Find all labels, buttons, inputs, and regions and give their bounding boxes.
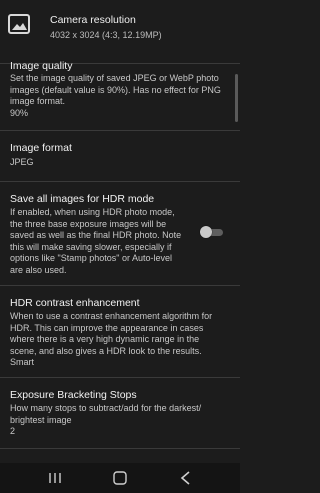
exposure-bracketing-description: How many stops to subtract/add for the d… [10,403,201,426]
camera-resolution-title: Camera resolution [50,14,136,26]
camera-resolution-setting[interactable]: Camera resolution 4032 x 3024 (4:3, 12.1… [0,6,240,46]
divider [0,377,240,378]
exposure-bracketing-value: 2 [10,426,16,436]
description-line: options like "Stamp photos" or Auto-leve… [10,253,172,264]
description-line: image format. [10,96,66,107]
recents-icon[interactable] [45,471,65,485]
image-icon [8,14,30,34]
description-line: scene, and also gives a HDR look to the … [10,345,202,356]
divider [0,181,240,182]
scrollbar[interactable] [235,74,238,122]
description-line: saved as well as the final HDR photo. No… [10,230,182,241]
image-quality-description: Set the image quality of saved JPEG or W… [10,73,221,108]
toggle-thumb [200,226,212,238]
save-all-hdr-title: Save all images for HDR mode [10,193,155,205]
divider [0,285,240,286]
save-all-hdr-toggle[interactable] [200,226,224,238]
navigation-bar [0,463,240,493]
description-line: When to use a contrast enhancement algor… [10,311,213,321]
image-quality-value: 90% [10,108,29,118]
image-format-value: JPEG [10,157,34,167]
exposure-bracketing-title: Exposure Bracketing Stops [10,389,137,401]
description-line: If enabled, when using HDR photo mode, [10,207,175,217]
description-line: images (default value is 90%). Has no ef… [10,84,221,95]
hdr-contrast-value: Smart [10,357,35,367]
divider [0,448,240,449]
description-line: where there is a very high dynamic range… [10,334,200,345]
back-icon[interactable] [176,471,196,485]
description-line: HDR. This can improve the appearance in … [10,322,204,333]
hdr-contrast-description: When to use a contrast enhancement algor… [10,311,212,357]
divider [0,130,240,131]
camera-resolution-value: 4032 x 3024 (4:3, 12.19MP) [50,30,162,40]
description-line: are also used. [10,264,67,275]
description-line: this will make saving slower, especially… [10,241,172,252]
description-line: the three base exposure images will be [10,218,167,229]
home-icon[interactable] [110,471,130,485]
image-format-title: Image format [10,142,72,154]
description-line: How many stops to subtract/add for the d… [10,403,202,413]
description-line: Set the image quality of saved JPEG or W… [10,73,219,83]
image-quality-title: Image quality [10,60,73,72]
save-all-hdr-description: If enabled, when using HDR photo mode, t… [10,207,181,277]
hdr-contrast-title: HDR contrast enhancement [10,297,140,309]
description-line: brightest image [10,414,72,425]
